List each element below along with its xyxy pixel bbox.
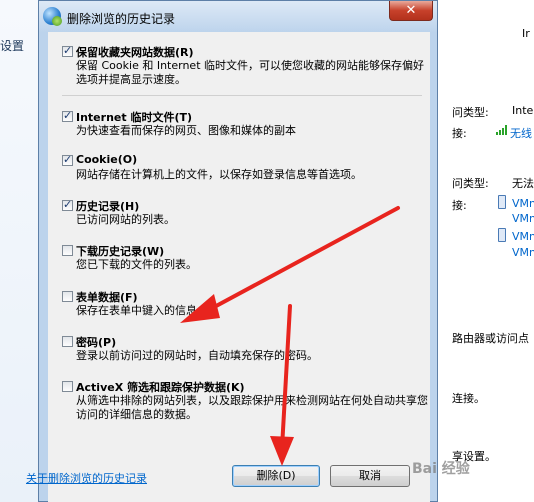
annotation-arrow-to-form-data bbox=[203, 206, 400, 314]
annotation-arrow-to-delete bbox=[280, 304, 292, 450]
arrowhead-icon bbox=[180, 294, 220, 323]
baidu-watermark: Bai 经验 bbox=[412, 461, 470, 477]
annotation-arrows bbox=[180, 206, 400, 466]
arrowhead-icon bbox=[270, 436, 294, 466]
